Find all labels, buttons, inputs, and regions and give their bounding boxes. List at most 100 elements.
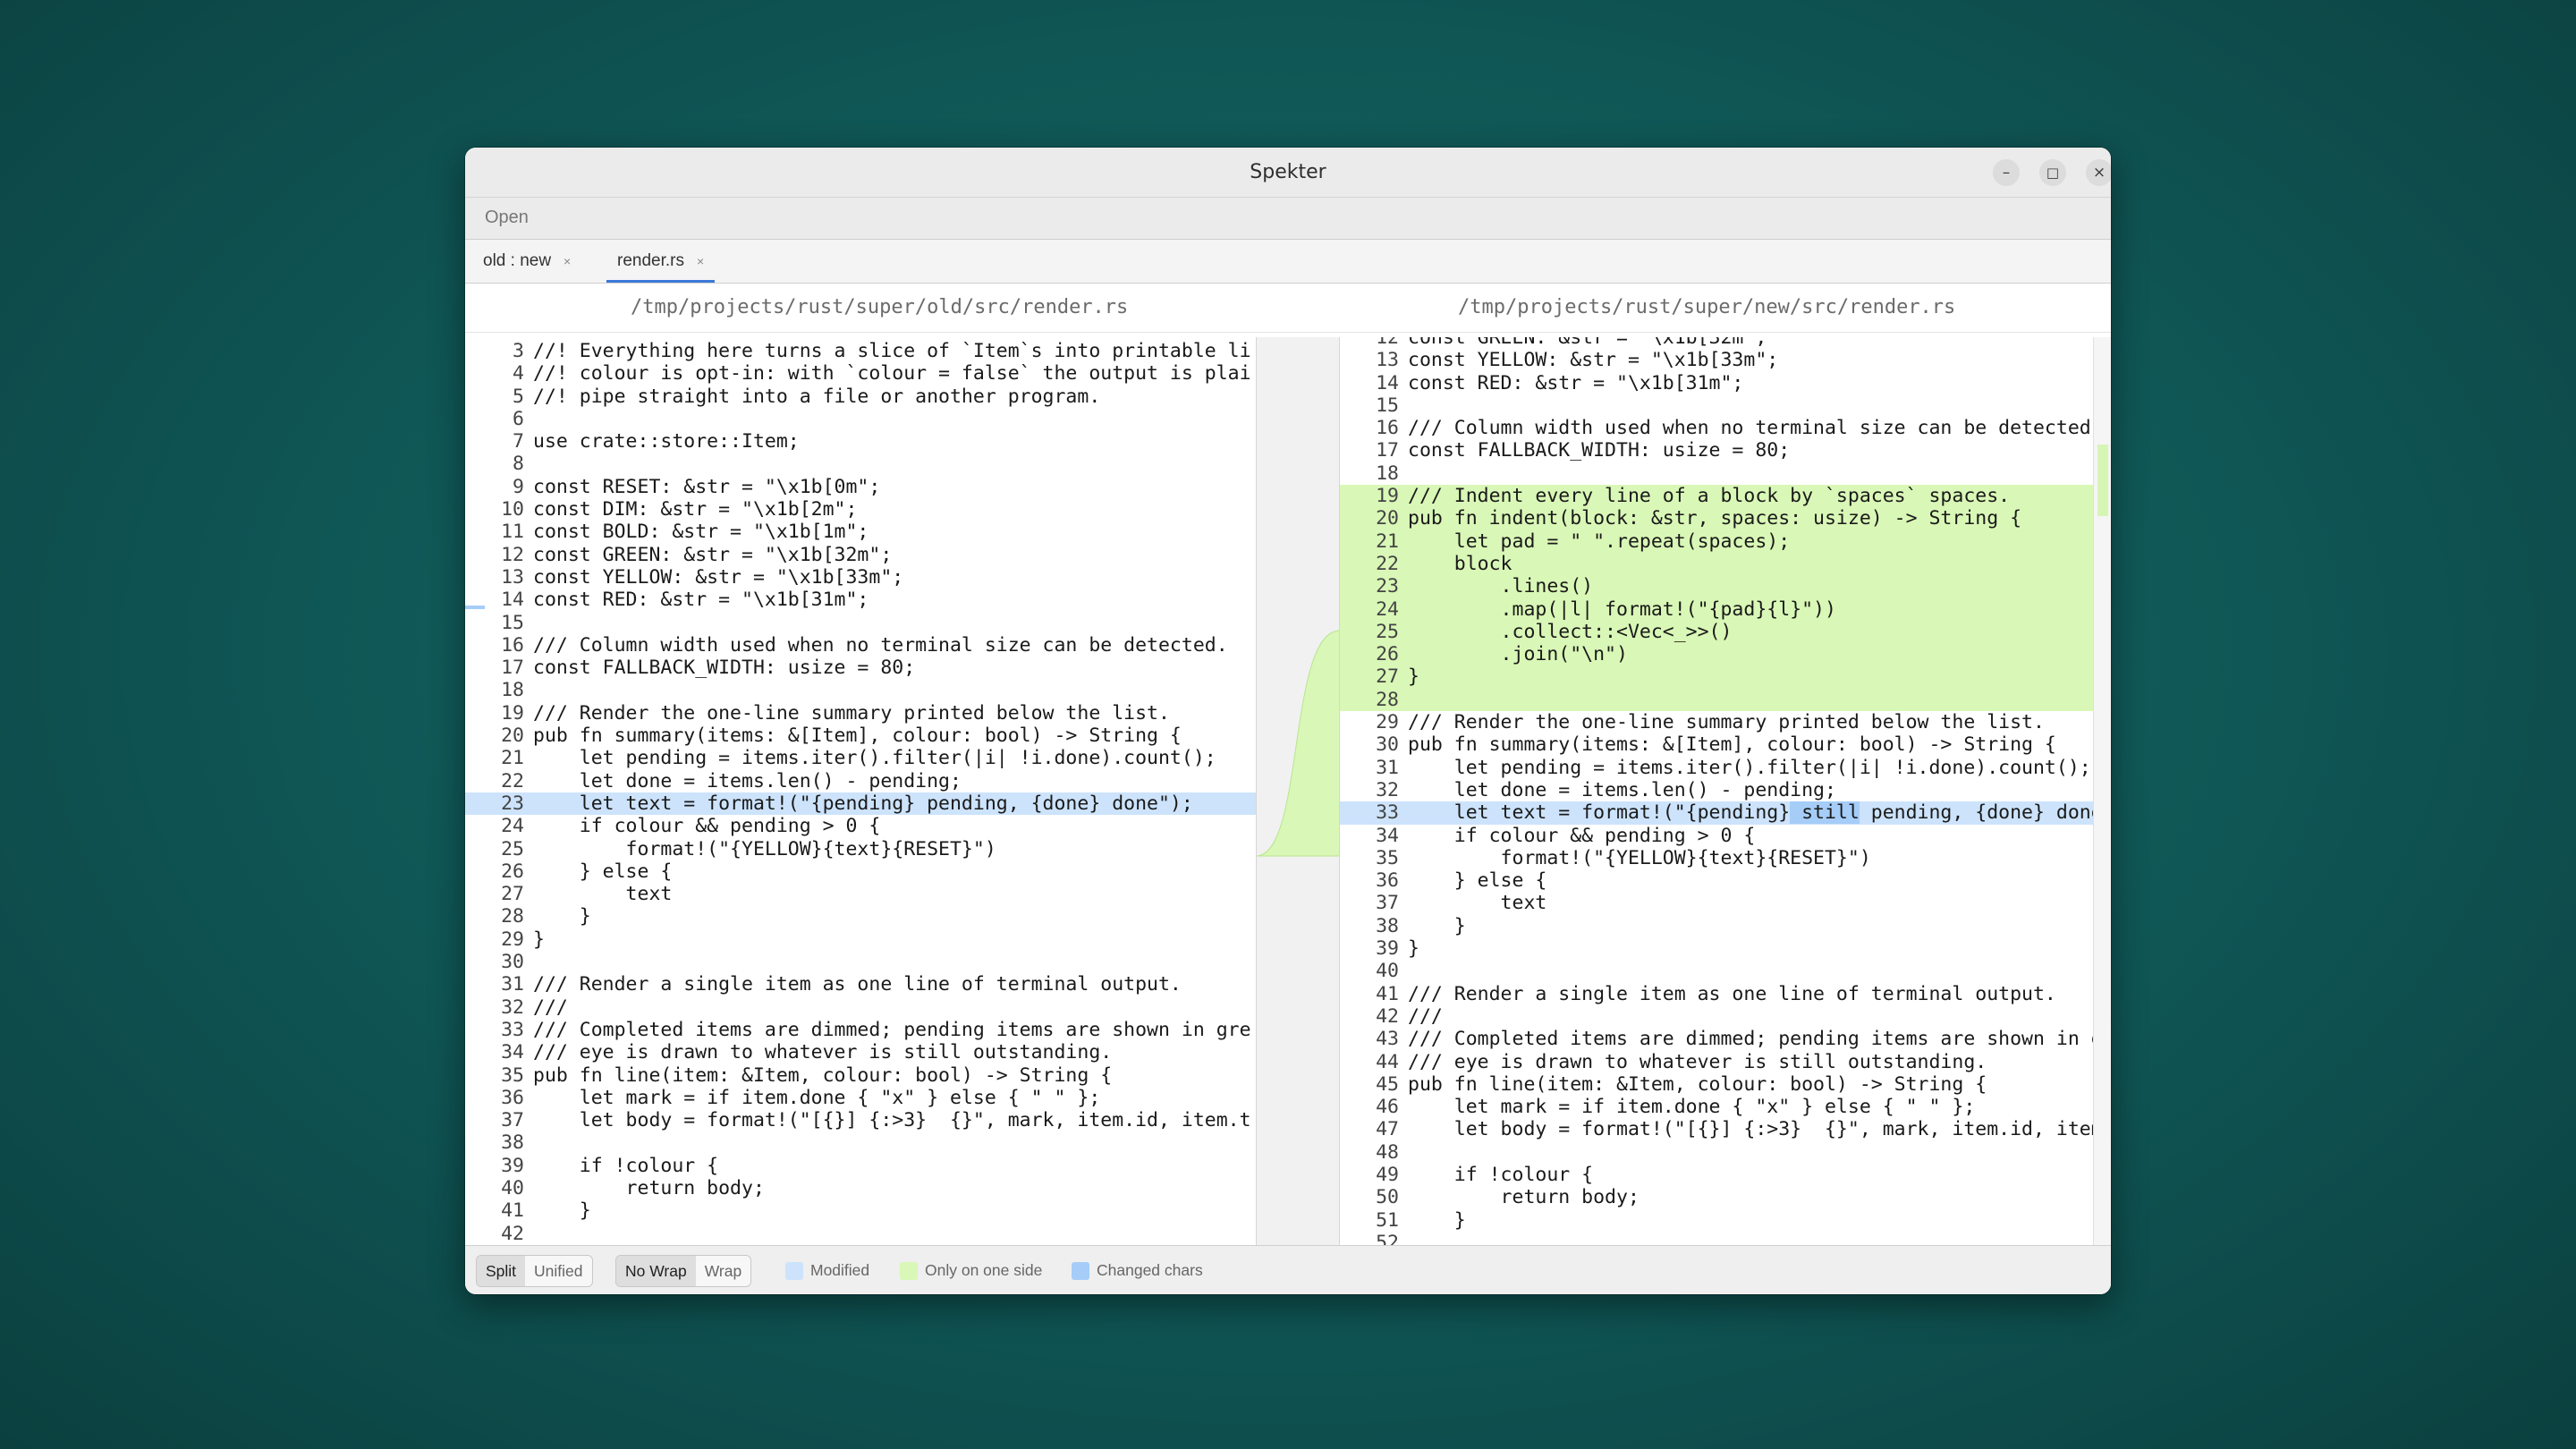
- line-number: 7: [513, 430, 524, 453]
- line-text: let done = items.len() - pending;: [533, 769, 962, 792]
- legend-modified: Modified: [785, 1255, 869, 1285]
- code-line: 43 /// Completed items are dimmed; pendin…: [1340, 1028, 2093, 1050]
- line-number: 24: [501, 815, 524, 838]
- line-number: 36: [1376, 869, 1399, 893]
- line-text: let done = items.len() - pending;: [1408, 778, 1836, 801]
- code-line: 8: [465, 453, 1256, 475]
- view-mode-toggle[interactable]: Split Unified: [476, 1255, 593, 1287]
- line-number: 29: [1376, 711, 1399, 734]
- tab-render-rs[interactable]: render.rs ×: [606, 240, 716, 283]
- line-text: }: [533, 905, 591, 928]
- close-icon[interactable]: ×: [2086, 159, 2111, 186]
- line-text: const RESET: &str = "\x1b[0m";: [533, 475, 881, 498]
- line-number: 48: [1376, 1140, 1399, 1164]
- line-text: if !colour {: [1408, 1163, 1594, 1186]
- line-number: 15: [1376, 394, 1399, 417]
- tab-close-icon[interactable]: ×: [697, 254, 704, 268]
- line-text: /// Completed items are dimmed; pending …: [1408, 1028, 2093, 1051]
- code-line: 37 let body = format!("[{}] {:>3} {}", m…: [465, 1109, 1256, 1131]
- code-line: 14 const RED: &str = "\x1b[31m";: [1340, 372, 2093, 394]
- right-pane[interactable]: 12 const GREEN: &str = "\x1b[32m"; 13 const…: [1340, 337, 2093, 1294]
- line-text: const BOLD: &str = "\x1b[1m";: [533, 521, 869, 544]
- code-line: 26 .join("\n"): [1340, 643, 2093, 666]
- code-line: 42 ///: [1340, 1005, 2093, 1028]
- line-number: 38: [1376, 914, 1399, 937]
- line-number: 46: [1376, 1096, 1399, 1119]
- line-text: let text = format!("{pending} pending, {…: [533, 792, 1193, 815]
- code-line: 47 let body = format!("[{}] {:>3} {}", m…: [1340, 1118, 2093, 1140]
- code-line: 21 let pad = " ".repeat(spaces);: [1340, 530, 2093, 553]
- code-line: 12 const GREEN: &str = "\x1b[32m";: [1340, 337, 2093, 349]
- legend-only-one-side: Only on one side: [900, 1255, 1042, 1285]
- tab-close-icon[interactable]: ×: [564, 254, 571, 268]
- code-line: 35 format!("{YELLOW}{text}{RESET}"): [1340, 847, 2093, 869]
- titlebar[interactable]: Spekter – □ ×: [465, 148, 2111, 198]
- unified-button[interactable]: Unified: [525, 1256, 591, 1286]
- code-line: 41 /// Render a single item as one line o…: [1340, 983, 2093, 1005]
- line-text: //! pipe straight into a file or another…: [533, 385, 1101, 408]
- code-line: 40 return body;: [465, 1177, 1256, 1199]
- split-button[interactable]: Split: [477, 1256, 526, 1286]
- code-line: 24 if colour && pending > 0 {: [465, 815, 1256, 837]
- line-text: //! colour is opt-in: with `colour = fal…: [533, 362, 1251, 386]
- line-text: let mark = if item.done { "x" } else { "…: [1408, 1096, 1976, 1119]
- line-number: 33: [501, 1018, 524, 1041]
- line-number: 30: [1376, 733, 1399, 757]
- code-line: 26 } else {: [465, 860, 1256, 883]
- left-code: 3 //! Everything here turns a slice of `I…: [465, 337, 1256, 1294]
- scrollbar[interactable]: [2093, 337, 2111, 1294]
- line-text: /// Render a single item as one line of …: [533, 973, 1182, 996]
- line-number: 30: [501, 951, 524, 974]
- line-text: }: [533, 928, 545, 951]
- line-number: 27: [501, 883, 524, 906]
- maximize-icon[interactable]: □: [2039, 159, 2066, 186]
- code-line: 20 pub fn indent(block: &str, spaces: usi…: [1340, 507, 2093, 530]
- wrap-toggle[interactable]: No Wrap Wrap: [615, 1255, 752, 1287]
- code-line: 18: [1340, 462, 2093, 485]
- line-text: pub fn summary(items: &[Item], colour: b…: [533, 724, 1182, 748]
- code-line: 32 ///: [465, 996, 1256, 1019]
- code-line: 50 return body;: [1340, 1186, 2093, 1208]
- code-line: 37 text: [1340, 892, 2093, 914]
- line-text: use crate::store::Item;: [533, 430, 800, 453]
- line-text: ///: [1408, 1004, 1443, 1028]
- line-text: const RED: &str = "\x1b[31m";: [533, 589, 869, 612]
- line-number: 21: [1376, 530, 1399, 553]
- code-line: 38 }: [1340, 915, 2093, 937]
- line-number: 41: [1376, 982, 1399, 1005]
- left-pane[interactable]: 3 //! Everything here turns a slice of `I…: [465, 337, 1256, 1294]
- line-text: .join("\n"): [1408, 643, 1628, 666]
- line-number: 18: [1376, 462, 1399, 485]
- code-line: 18: [465, 679, 1256, 701]
- line-number: 10: [501, 498, 524, 521]
- line-number: 41: [501, 1199, 524, 1223]
- line-number: 31: [1376, 756, 1399, 779]
- code-line: 4 //! colour is opt-in: with `colour = fa…: [465, 362, 1256, 385]
- line-number: 39: [501, 1154, 524, 1177]
- code-line: 27 text: [465, 883, 1256, 905]
- wrap-button[interactable]: Wrap: [696, 1256, 750, 1286]
- line-text: if colour && pending > 0 {: [533, 815, 881, 838]
- minimize-icon[interactable]: –: [1993, 159, 2020, 186]
- modified-swatch: [785, 1262, 803, 1281]
- line-number: 13: [1376, 349, 1399, 372]
- open-button[interactable]: Open: [479, 205, 534, 231]
- line-text: let body = format!("[{}] {:>3} {}", mark…: [1408, 1118, 2093, 1141]
- code-line: 19 /// Indent every line of a block by `s…: [1340, 485, 2093, 508]
- line-text: /// Indent every line of a block by `spa…: [1408, 485, 2011, 508]
- nowrap-button[interactable]: No Wrap: [616, 1256, 696, 1286]
- line-text: const FALLBACK_WIDTH: usize = 80;: [533, 657, 916, 680]
- tab-old-new[interactable]: old : new ×: [483, 240, 571, 283]
- line-text: /// Column width used when no terminal s…: [1408, 417, 2093, 440]
- line-text: /// Render the one-line summary printed …: [1408, 711, 2045, 734]
- line-number: 25: [501, 837, 524, 860]
- code-line: 41 }: [465, 1199, 1256, 1222]
- line-number: 8: [513, 453, 524, 476]
- line-text: const RED: &str = "\x1b[31m";: [1408, 371, 1744, 394]
- line-number: 40: [1376, 960, 1399, 983]
- left-scroll-marker: [465, 606, 485, 609]
- line-text: if !colour {: [533, 1154, 719, 1177]
- menubar: Open: [465, 198, 2111, 240]
- line-text: return body;: [533, 1176, 765, 1199]
- app-window: Spekter – □ × Open old : new × render.rs ×…: [465, 148, 2111, 1294]
